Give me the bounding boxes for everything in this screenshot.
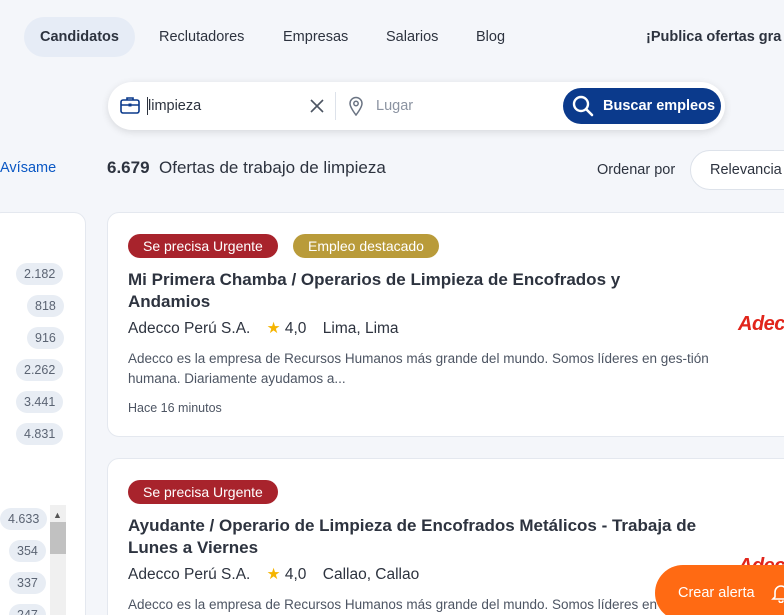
filter-count: 337: [9, 572, 46, 594]
filter-count: 3.441: [16, 391, 64, 413]
top-nav: Candidatos Reclutadores Empresas Salario…: [0, 0, 784, 75]
job-title[interactable]: Mi Primera Chamba / Operarios de Limpiez…: [128, 269, 688, 313]
job-location: Lima, Lima: [322, 320, 399, 337]
filter-count: 2.182: [16, 263, 64, 285]
filter-count: 4.831: [16, 423, 64, 445]
location-input[interactable]: Lugar: [376, 82, 413, 130]
filter-count: 818: [27, 295, 64, 317]
job-description: Adecco es la empresa de Recursos Humanos…: [128, 351, 709, 386]
star-icon: ★: [266, 566, 281, 583]
job-description: Adecco es la empresa de Recursos Humanos…: [128, 597, 658, 612]
sort-select[interactable]: Relevancia: [690, 150, 784, 190]
results-summary: 6.679 Ofertas de trabajo de limpieza: [107, 158, 386, 178]
results-text: Ofertas de trabajo de limpieza: [159, 158, 386, 177]
filter-count: 247: [9, 604, 46, 615]
scroll-up-icon[interactable]: ▲: [53, 510, 62, 520]
nav-blog[interactable]: Blog: [476, 17, 505, 57]
company-rating: 4,0: [284, 320, 307, 337]
publish-offers-link[interactable]: ¡Publica ofertas gra: [646, 17, 781, 57]
job-card[interactable]: Se precisa Urgente Empleo destacado Mi P…: [107, 212, 784, 437]
search-input[interactable]: limpieza: [148, 82, 201, 130]
featured-badge: Empleo destacado: [293, 234, 439, 258]
job-meta: Adecco Perú S.A. ★ 4,0 Lima, Lima: [128, 319, 399, 338]
job-meta: Adecco Perú S.A. ★ 4,0 Callao, Callao: [128, 565, 419, 584]
nav-empresas[interactable]: Empresas: [283, 17, 348, 57]
alert-me-link[interactable]: Avísame: [0, 160, 56, 176]
bell-icon: [771, 585, 784, 603]
filter-count: 916: [27, 327, 64, 349]
create-alert-label: Crear alerta: [678, 585, 755, 601]
nav-salarios[interactable]: Salarios: [386, 17, 438, 57]
location-pin-icon: [348, 96, 364, 121]
filter-count: 2.262: [16, 359, 64, 381]
urgent-badge: Se precisa Urgente: [128, 480, 278, 504]
company-name[interactable]: Adecco Perú S.A.: [128, 320, 250, 337]
nav-candidatos[interactable]: Candidatos: [24, 17, 135, 57]
sort-label: Ordenar por: [597, 162, 676, 178]
close-icon[interactable]: [308, 97, 326, 115]
search-icon: [572, 95, 594, 117]
nav-reclutadores[interactable]: Reclutadores: [159, 17, 244, 57]
posted-time: Hace 16 minutos: [128, 401, 222, 415]
urgent-badge: Se precisa Urgente: [128, 234, 278, 258]
create-alert-button[interactable]: Crear alerta: [655, 565, 784, 615]
search-bar: limpieza Lugar Buscar empleos: [108, 82, 725, 130]
company-name[interactable]: Adecco Perú S.A.: [128, 566, 250, 583]
search-button[interactable]: Buscar empleos: [563, 88, 721, 124]
company-logo[interactable]: Adec: [738, 313, 784, 336]
job-title[interactable]: Ayudante / Operario de Limpieza de Encof…: [128, 515, 718, 559]
filter-count: 354: [9, 540, 46, 562]
search-button-label: Buscar empleos: [603, 98, 716, 114]
filter-count: 4.633: [0, 508, 48, 530]
briefcase-icon: [120, 96, 140, 119]
star-icon: ★: [266, 320, 281, 337]
results-count: 6.679: [107, 158, 150, 177]
job-location: Callao, Callao: [322, 566, 420, 583]
search-divider: [335, 92, 336, 120]
scrollbar-thumb[interactable]: [50, 522, 66, 554]
company-rating: 4,0: [284, 566, 307, 583]
